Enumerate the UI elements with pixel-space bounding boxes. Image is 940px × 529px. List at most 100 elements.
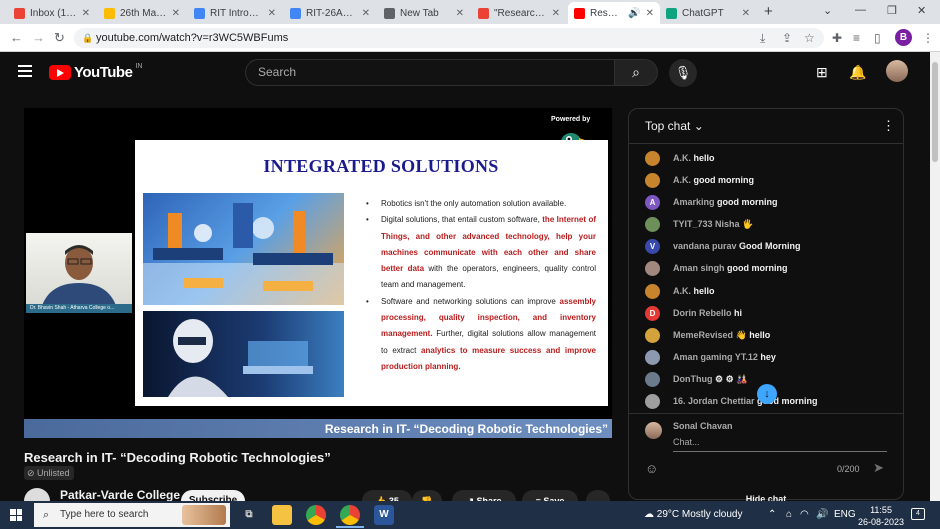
- chat-author-name[interactable]: A.K.: [673, 286, 691, 296]
- close-tab-icon[interactable]: ✕: [646, 8, 654, 19]
- extensions-icon[interactable]: ✚: [832, 31, 842, 45]
- chat-author-name[interactable]: DonThug: [673, 374, 713, 384]
- side-panel-icon[interactable]: ▯: [874, 31, 881, 45]
- reload-icon[interactable]: ↻: [54, 30, 65, 46]
- word-app-icon[interactable]: W: [374, 505, 394, 525]
- back-icon[interactable]: ←: [10, 30, 23, 45]
- forward-icon[interactable]: →: [32, 30, 45, 45]
- url-field[interactable]: 🔒 youtube.com/watch?v=r3WC5WBFums: [74, 28, 824, 48]
- clock[interactable]: 11:55 26-08-2023: [858, 504, 904, 528]
- share-icon[interactable]: ⇪: [782, 31, 792, 45]
- taskbar-search-input[interactable]: ⌕ Type here to search: [34, 503, 230, 527]
- chat-author-name[interactable]: 16. Jordan Chettiar: [673, 396, 755, 406]
- browser-tab[interactable]: Research 🔊 ✕: [568, 2, 660, 24]
- chat-author-name[interactable]: Aman singh: [673, 263, 725, 273]
- chat-author-name[interactable]: A.K.: [673, 153, 691, 163]
- voice-search-button[interactable]: 🎙: [669, 59, 697, 87]
- chat-more-icon[interactable]: ⋮: [882, 118, 895, 134]
- chrome-menu-icon[interactable]: ⋮: [922, 31, 934, 45]
- task-view-icon[interactable]: ⧉: [239, 505, 259, 525]
- close-tab-icon[interactable]: ✕: [268, 8, 276, 19]
- chat-author-avatar[interactable]: [645, 261, 660, 277]
- close-tab-icon[interactable]: ✕: [362, 8, 370, 19]
- chat-message[interactable]: Aman gaming YT.12 hey: [645, 346, 890, 368]
- tab-search-chevron-icon[interactable]: ⌄: [823, 4, 832, 17]
- wifi-icon[interactable]: ◠: [800, 509, 809, 520]
- close-window-icon[interactable]: ✕: [917, 4, 926, 17]
- chat-author-name[interactable]: A.K.: [673, 175, 691, 185]
- browser-tab[interactable]: New Tab ✕: [378, 2, 470, 24]
- close-tab-icon[interactable]: ✕: [456, 8, 464, 19]
- chat-message[interactable]: D Dorin Rebello hi: [645, 302, 890, 324]
- browser-tab[interactable]: "Research in ✕: [472, 2, 566, 24]
- notification-center-icon[interactable]: 4: [911, 508, 925, 520]
- weather-widget[interactable]: ☁ 29°C Mostly cloudy: [644, 509, 742, 520]
- account-avatar[interactable]: [886, 60, 908, 82]
- youtube-logo[interactable]: YouTube IN: [49, 63, 142, 81]
- send-icon[interactable]: ➤: [873, 460, 884, 476]
- browser-tab[interactable]: 26th March R ✕: [98, 2, 186, 24]
- chat-author-avatar[interactable]: [645, 217, 660, 233]
- top-chat-dropdown[interactable]: Top chat ⌄: [645, 119, 704, 133]
- chat-author-avatar[interactable]: [645, 327, 660, 343]
- language-indicator[interactable]: ENG: [834, 509, 856, 520]
- chat-message[interactable]: MemeRevised 👋 hello: [645, 324, 890, 346]
- browser-tab[interactable]: RIT Introduct ✕: [188, 2, 282, 24]
- scrollbar-thumb[interactable]: [932, 62, 938, 162]
- search-input[interactable]: Search: [245, 59, 615, 86]
- menu-icon[interactable]: [18, 65, 32, 77]
- restore-icon[interactable]: ❐: [887, 4, 897, 17]
- chat-message[interactable]: A Amarking good morning: [645, 191, 890, 213]
- chat-message[interactable]: Vvandana purav Good Morning: [645, 235, 890, 257]
- chat-author-name[interactable]: MemeRevised: [673, 330, 733, 340]
- scroll-to-bottom-button[interactable]: ↓: [757, 384, 777, 404]
- bookmark-star-icon[interactable]: ☆: [804, 31, 815, 45]
- chat-author-name[interactable]: TYIT_733 Nisha: [673, 219, 740, 229]
- chat-author-name[interactable]: Aman gaming YT.12: [673, 352, 758, 362]
- chat-author-avatar[interactable]: V: [645, 239, 660, 255]
- chat-message[interactable]: Aman singh good morning: [645, 257, 890, 279]
- chat-message[interactable]: TYIT_733 Nisha 🖐: [645, 213, 890, 235]
- minimize-icon[interactable]: —: [855, 4, 866, 16]
- browser-tab[interactable]: RIT-26August ✕: [284, 2, 376, 24]
- chat-author-avatar[interactable]: [645, 394, 660, 410]
- chrome-app-icon[interactable]: [306, 505, 326, 525]
- close-tab-icon[interactable]: ✕: [172, 8, 180, 19]
- close-tab-icon[interactable]: ✕: [82, 8, 90, 19]
- search-button[interactable]: ⌕: [614, 59, 658, 86]
- channel-name[interactable]: Patkar-Varde College: [60, 488, 180, 502]
- chat-message[interactable]: A.K. hello: [645, 280, 890, 302]
- file-explorer-icon[interactable]: [272, 505, 292, 525]
- windows-start-icon[interactable]: [10, 509, 22, 521]
- chrome-app-icon-2[interactable]: [340, 505, 360, 525]
- chat-author-avatar[interactable]: [645, 349, 660, 365]
- browser-tab[interactable]: ChatGPT ✕: [660, 2, 756, 24]
- network-icon[interactable]: ⌂: [786, 509, 792, 520]
- chat-author-name[interactable]: Amarking: [673, 197, 715, 207]
- close-tab-icon[interactable]: ✕: [742, 8, 750, 19]
- chat-author-name[interactable]: Dorin Rebello: [673, 308, 732, 318]
- notifications-bell-icon[interactable]: 🔔: [849, 64, 866, 81]
- video-player[interactable]: Powered by StreamYard INTEGRATED SOLUTIO…: [24, 108, 612, 438]
- media-controls-icon[interactable]: ≡: [853, 31, 860, 45]
- tray-chevron-icon[interactable]: ⌃: [768, 509, 776, 520]
- chat-author-avatar[interactable]: A: [645, 195, 660, 211]
- chat-author-name[interactable]: vandana purav: [673, 241, 737, 251]
- close-tab-icon[interactable]: ✕: [552, 8, 560, 19]
- chat-author-avatar[interactable]: [645, 283, 660, 299]
- volume-icon[interactable]: 🔊: [816, 509, 828, 520]
- chat-message[interactable]: A.K. good morning: [645, 169, 890, 191]
- chat-author-avatar[interactable]: [645, 173, 660, 189]
- create-video-icon[interactable]: ⊞: [816, 64, 828, 81]
- tab-audio-icon[interactable]: 🔊: [628, 8, 640, 19]
- install-icon[interactable]: ⤓: [760, 31, 765, 46]
- profile-avatar[interactable]: B: [895, 29, 912, 46]
- emoji-icon[interactable]: ☺: [645, 461, 658, 476]
- browser-tab[interactable]: Inbox (105) - ✕: [8, 2, 96, 24]
- chat-author-avatar[interactable]: D: [645, 305, 660, 321]
- chat-author-avatar[interactable]: [645, 151, 660, 166]
- chat-author-avatar[interactable]: [645, 371, 660, 387]
- new-tab-button[interactable]: +: [764, 3, 773, 20]
- chat-message[interactable]: A.K. hello: [645, 147, 890, 169]
- chat-input[interactable]: Chat...: [673, 437, 887, 452]
